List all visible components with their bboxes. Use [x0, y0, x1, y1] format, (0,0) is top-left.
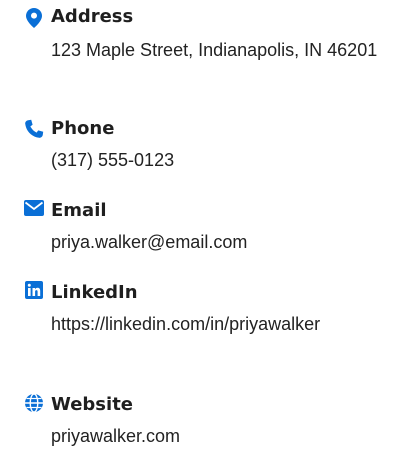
email-value: priya.walker@email.com: [51, 232, 248, 252]
website-label: Website: [51, 394, 134, 415]
address-label: Address: [51, 6, 134, 27]
phone-value: (317) 555-0123: [51, 150, 175, 170]
website-value: priyawalker.com: [51, 426, 181, 446]
phone-label: Phone: [51, 118, 115, 139]
globe-icon: [24, 393, 44, 413]
linkedin-label: LinkedIn: [51, 282, 138, 303]
address-value: 123 Maple Street, Indianapolis, IN 46201: [51, 40, 378, 60]
linkedin-value: https://linkedin.com/in/priyawalker: [51, 314, 321, 334]
email-label: Email: [51, 200, 107, 221]
linkedin-icon: [24, 280, 44, 300]
envelope-icon: [24, 198, 44, 218]
location-pin-icon: [24, 8, 44, 28]
phone-icon: [24, 119, 44, 139]
